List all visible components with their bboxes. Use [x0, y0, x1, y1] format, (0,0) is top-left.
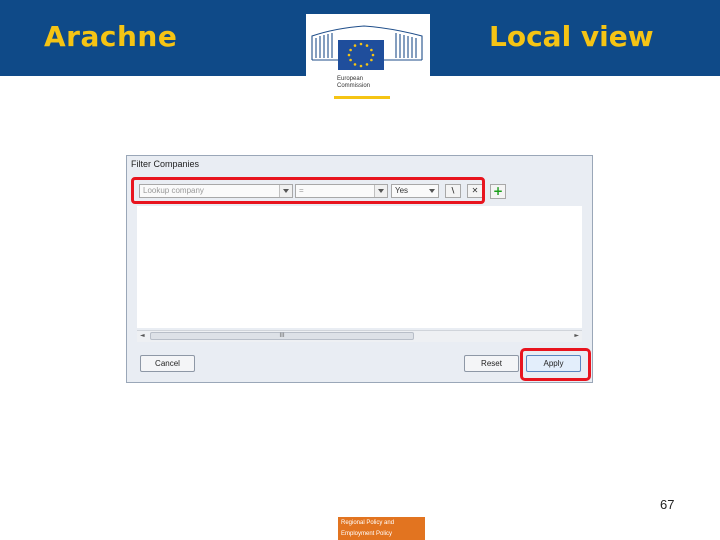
scrollbar-thumb[interactable]: III: [150, 332, 414, 340]
footer-line-1: Regional Policy and: [341, 520, 395, 526]
scroll-left-icon[interactable]: ◄: [140, 331, 145, 341]
cancel-button[interactable]: Cancel: [140, 355, 195, 372]
horizontal-scrollbar[interactable]: ◄ III ►: [137, 330, 582, 342]
european-commission-logo: European Commission: [306, 14, 430, 104]
slide-title-right: Local view: [489, 20, 654, 53]
logo-text: European Commission: [337, 76, 370, 90]
footer-badge: Regional Policy and Employment Policy: [338, 517, 425, 540]
commission-building-icon: [311, 25, 423, 70]
scrollbar-grip: III: [279, 332, 285, 339]
scroll-right-icon[interactable]: ►: [574, 331, 579, 341]
logo-line-2: Commission: [337, 83, 371, 89]
page-number: 67: [660, 497, 675, 512]
filter-results-area: [137, 206, 582, 328]
footer-line-2: Employment Policy: [341, 531, 393, 537]
apply-button-highlight: [520, 348, 591, 381]
reset-button[interactable]: Reset: [464, 355, 519, 372]
logo-underline: [334, 96, 390, 99]
dialog-title: Filter Companies: [131, 159, 200, 169]
logo-line-1: European: [337, 76, 364, 82]
add-icon[interactable]: +: [490, 184, 506, 199]
filter-row-highlight: [131, 177, 485, 204]
slide-title-left: Arachne: [44, 20, 178, 53]
